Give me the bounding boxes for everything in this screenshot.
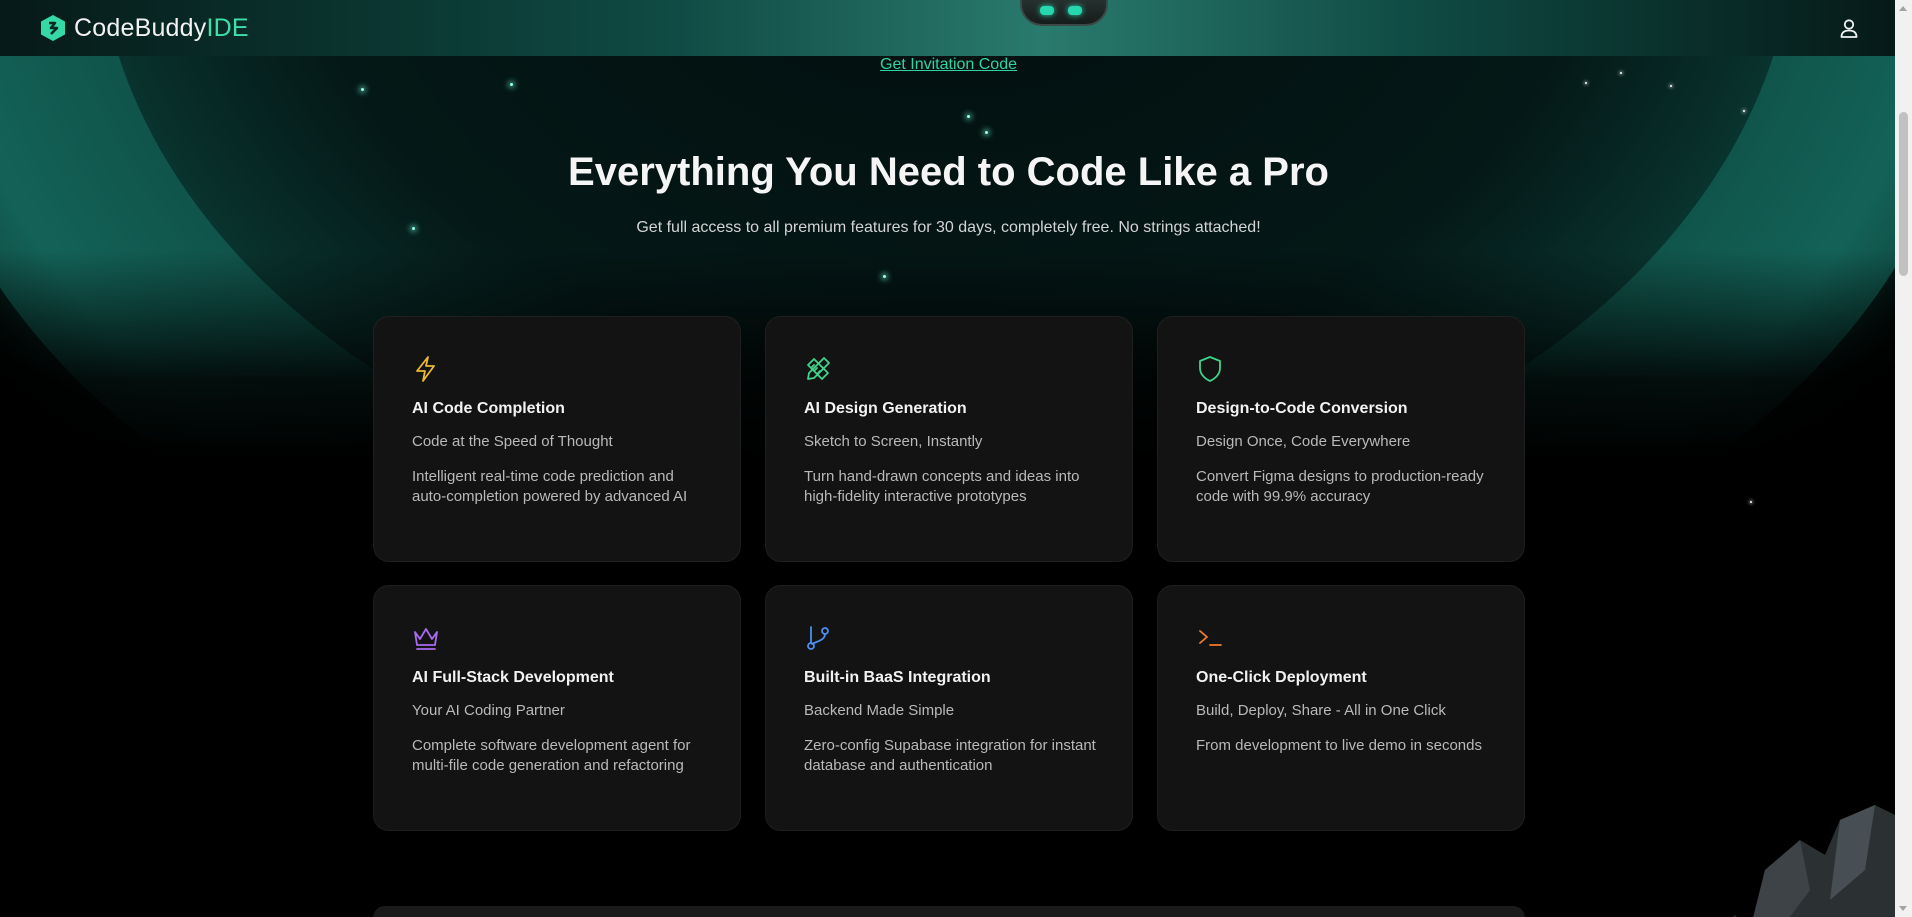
feature-card-design-to-code: Design-to-Code Conversion Design Once, C…: [1157, 316, 1525, 562]
star: [1750, 501, 1752, 503]
feature-title: AI Code Completion: [412, 400, 565, 417]
feature-description: From development to live demo in seconds: [1196, 737, 1482, 754]
top-navigation-bar: CodeBuddyIDE: [0, 0, 1895, 56]
feature-card-ai-full-stack: AI Full-Stack Development Your AI Coding…: [373, 585, 741, 831]
feature-title: AI Full-Stack Development: [412, 669, 614, 686]
feature-title: Built-in BaaS Integration: [804, 669, 991, 686]
star: [510, 83, 513, 86]
logo-ide-label: IDE: [206, 13, 249, 42]
star: [1743, 110, 1745, 112]
feature-title: One-Click Deployment: [1196, 669, 1367, 686]
feature-title: AI Design Generation: [804, 400, 967, 417]
brand-logo[interactable]: CodeBuddyIDE: [40, 13, 249, 43]
feature-card-ai-code-completion: AI Code Completion Code at the Speed of …: [373, 316, 741, 562]
feature-description: Convert Figma designs to production-read…: [1196, 468, 1484, 505]
robot-mascot: [1020, 0, 1108, 26]
lightning-icon: [416, 356, 435, 382]
section-headline: Everything You Need to Code Like a Pro: [568, 150, 1329, 194]
feature-grid: AI Code Completion Code at the Speed of …: [373, 316, 1525, 831]
feature-description: Turn hand-drawn concepts and ideas into …: [804, 468, 1080, 505]
scroll-down-arrow-icon[interactable]: [1899, 906, 1907, 911]
get-invitation-code-link[interactable]: Get Invitation Code: [0, 56, 1897, 74]
user-icon[interactable]: [1838, 17, 1860, 39]
git-branch-icon: [807, 626, 829, 650]
star: [361, 88, 364, 91]
feature-description: Zero-config Supabase integration for ins…: [804, 737, 1096, 774]
star: [1670, 85, 1672, 87]
feature-description: Intelligent real-time code prediction an…: [412, 468, 688, 505]
logo-text: CodeBuddyIDE: [74, 14, 249, 43]
feature-tagline: Your AI Coding Partner: [412, 702, 565, 719]
feature-tagline: Backend Made Simple: [804, 702, 955, 719]
robot-eye: [1040, 6, 1054, 15]
feature-card-one-click-deployment: One-Click Deployment Build, Deploy, Shar…: [1157, 585, 1525, 831]
star: [1585, 82, 1587, 84]
logo-icon: [41, 15, 65, 41]
invite-link-label[interactable]: Get Invitation Code: [880, 56, 1017, 73]
terminal-icon: [1199, 630, 1222, 646]
pencil-ruler-icon: [807, 357, 830, 380]
shield-icon: [1199, 356, 1221, 382]
scroll-up-arrow-icon[interactable]: [1899, 6, 1907, 11]
section-subheading: Get full access to all premium features …: [636, 219, 1261, 236]
logo-name: CodeBuddy: [74, 13, 207, 42]
asteroid-decoration: [1733, 805, 1895, 917]
feature-card-baas-integration: Built-in BaaS Integration Backend Made S…: [765, 585, 1133, 831]
feature-tagline: Code at the Speed of Thought: [412, 433, 613, 450]
feature-card-ai-design-generation: AI Design Generation Sketch to Screen, I…: [765, 316, 1133, 562]
scrollbar-thumb[interactable]: [1899, 112, 1908, 276]
star: [985, 131, 988, 134]
page: CodeBuddyIDE Get Invitation Code Everyth…: [0, 0, 1912, 917]
crown-icon: [414, 628, 438, 650]
robot-eye: [1068, 6, 1082, 15]
star: [883, 275, 886, 278]
star: [967, 115, 970, 118]
next-section-preview: [373, 906, 1525, 917]
feature-tagline: Build, Deploy, Share - All in One Click: [1196, 702, 1446, 719]
page-scrollbar[interactable]: [1895, 0, 1912, 917]
feature-tagline: Design Once, Code Everywhere: [1196, 433, 1411, 450]
feature-title: Design-to-Code Conversion: [1196, 400, 1408, 417]
feature-description: Complete software development agent for …: [412, 737, 691, 774]
feature-tagline: Sketch to Screen, Instantly: [804, 433, 983, 450]
